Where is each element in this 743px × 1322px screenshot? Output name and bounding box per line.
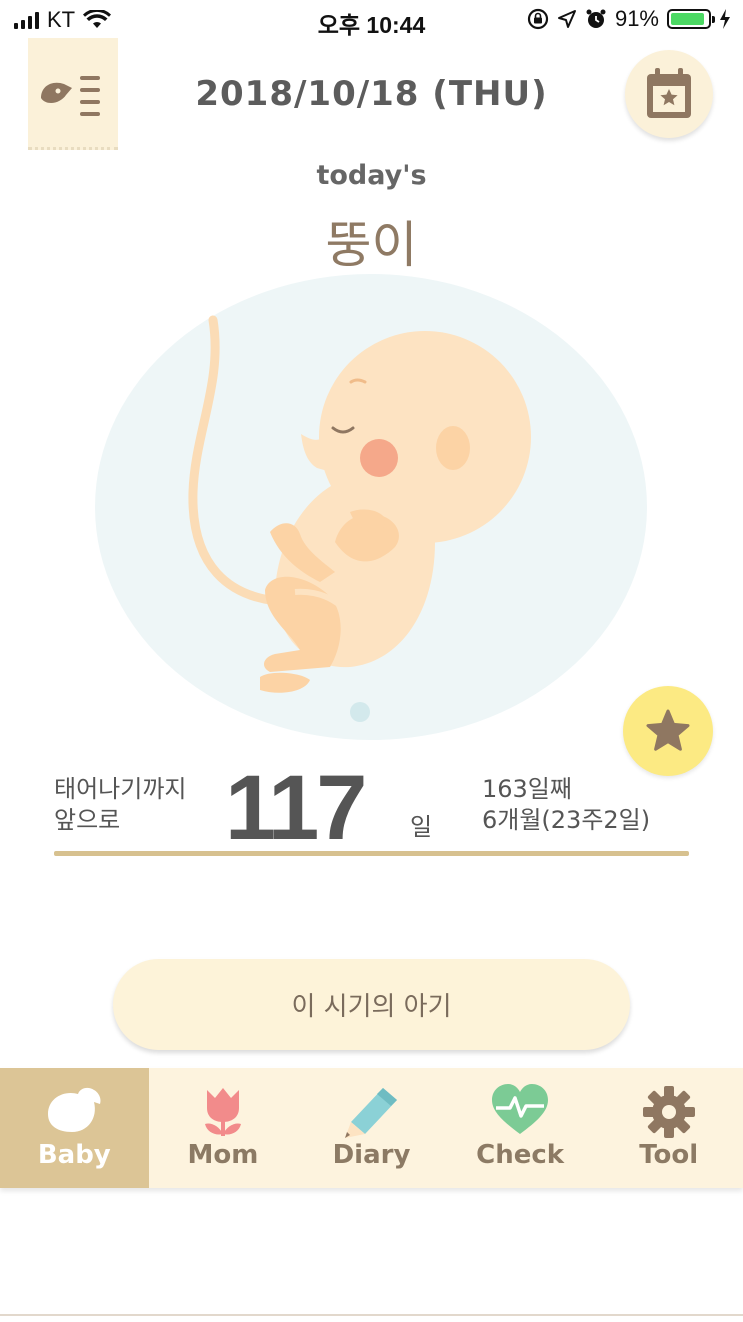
tab-diary[interactable]: Diary <box>297 1068 446 1188</box>
todays-label: today's <box>316 160 427 191</box>
day-stats: 163일째 6개월(23주2일) <box>482 774 650 836</box>
days-remaining: 117 <box>225 757 367 859</box>
baby-name: 뚱이 <box>325 216 418 274</box>
status-bar: KT 오후 10:44 91% <box>0 0 743 40</box>
tab-label-tool: Tool <box>639 1140 699 1170</box>
location-icon <box>557 10 576 28</box>
day-number: 163일째 <box>482 775 572 803</box>
tab-check[interactable]: Check <box>446 1068 595 1188</box>
divider-line <box>54 851 689 856</box>
favorite-button[interactable] <box>623 686 713 776</box>
tab-bar: Baby Mom Diary Check Tool <box>0 1068 743 1188</box>
fetus-illustration <box>95 274 647 740</box>
days-unit: 일 <box>410 813 433 841</box>
until-birth-label: 태어나기까지 앞으로 <box>54 774 186 836</box>
tab-label-check: Check <box>476 1140 565 1170</box>
status-right: 91% <box>527 6 731 32</box>
baby-period-button[interactable]: 이 시기의 아기 <box>113 959 630 1050</box>
bird-icon <box>48 1087 101 1132</box>
tab-label-diary: Diary <box>332 1140 411 1170</box>
tab-label-baby: Baby <box>37 1140 111 1170</box>
page-date: 2018/10/18 (THU) <box>195 74 548 114</box>
calendar-star-icon <box>647 68 691 118</box>
battery-level <box>671 13 704 25</box>
tab-tool[interactable]: Tool <box>594 1068 743 1188</box>
rotation-lock-icon <box>527 8 549 30</box>
charging-icon <box>720 9 730 29</box>
tulip-icon <box>204 1088 241 1136</box>
gear-icon <box>642 1086 695 1138</box>
battery-percent: 91% <box>614 6 659 31</box>
tab-label-mom: Mom <box>187 1140 259 1170</box>
battery-icon <box>667 9 715 29</box>
calendar-button[interactable] <box>625 50 713 138</box>
tab-baby[interactable]: Baby <box>0 1068 149 1188</box>
age-detail: 6개월(23주2일) <box>482 806 651 834</box>
tab-mom[interactable]: Mom <box>149 1068 298 1188</box>
menu-tag-icon <box>41 76 100 116</box>
heart-pulse-icon <box>492 1084 549 1134</box>
menu-button[interactable] <box>28 38 118 150</box>
alarm-icon <box>586 9 606 28</box>
star-icon <box>646 709 690 751</box>
until-birth-line1: 태어나기까지 <box>54 775 187 803</box>
until-birth-line2: 앞으로 <box>54 806 121 834</box>
pencil-icon <box>345 1088 398 1138</box>
bottom-divider <box>0 1314 743 1316</box>
